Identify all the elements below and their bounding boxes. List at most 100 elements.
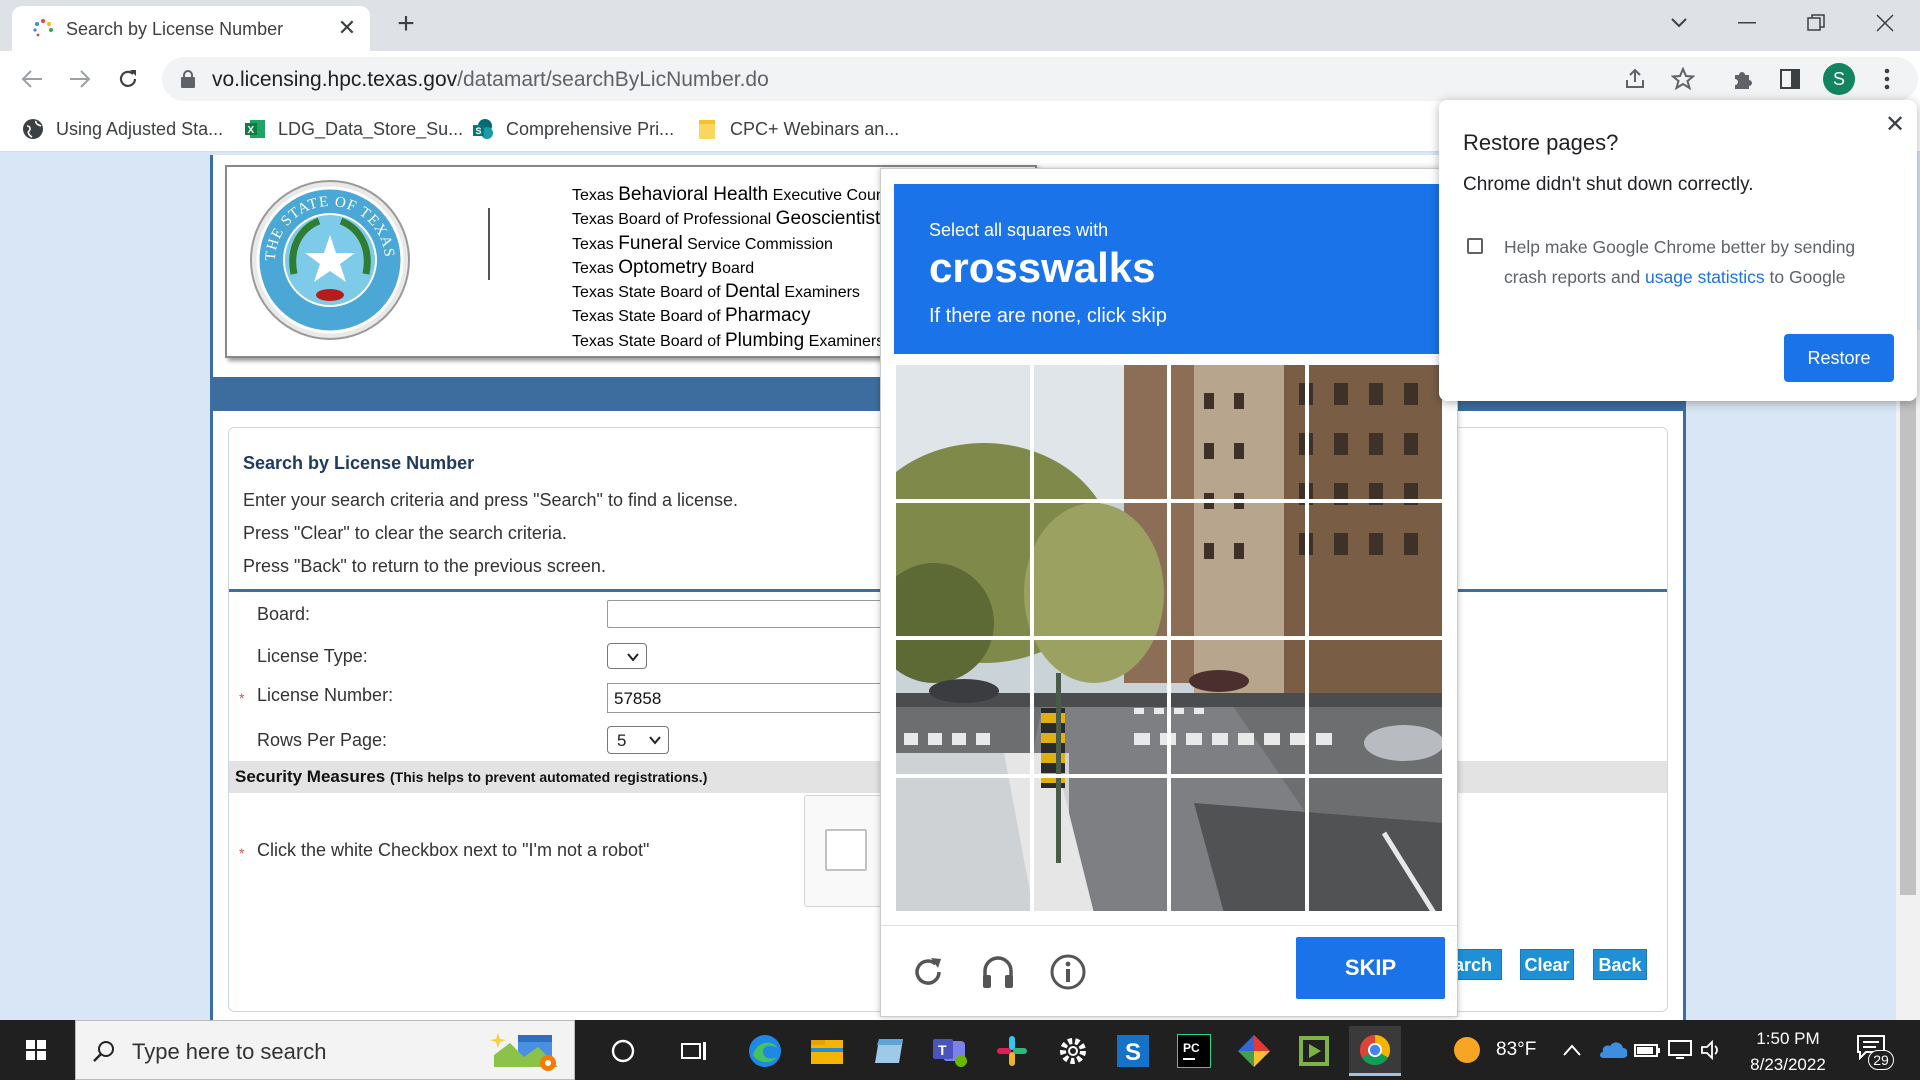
license-type-select[interactable] <box>607 643 647 669</box>
crash-report-checkbox[interactable] <box>1467 238 1483 254</box>
chrome-icon[interactable] <box>1349 1026 1401 1076</box>
bookmark-item[interactable]: S Comprehensive Pri... <box>472 115 674 143</box>
svg-text:S: S <box>476 126 482 136</box>
board-name: Texas State Board of Dental Examiners <box>572 281 860 303</box>
header-divider <box>488 208 490 280</box>
network-icon[interactable] <box>1667 1020 1693 1080</box>
teams-icon[interactable]: T <box>924 1026 976 1076</box>
show-hidden-icons[interactable] <box>1562 1020 1582 1080</box>
notification-badge: 29 <box>1868 1050 1894 1070</box>
clock-date: 8/23/2022 <box>1750 1055 1826 1074</box>
skip-button[interactable]: SKIP <box>1296 937 1445 999</box>
bookmark-item[interactable]: CPC+ Webinars an... <box>696 115 899 143</box>
captcha-tile[interactable] <box>894 363 1032 501</box>
share-icon[interactable] <box>1619 63 1651 95</box>
lock-icon[interactable] <box>180 70 196 88</box>
captcha-tile[interactable] <box>1306 775 1444 913</box>
board-list: Texas Behavioral Health Executive Counci… <box>572 183 902 353</box>
dialog-message: Chrome didn't shut down correctly. <box>1463 174 1754 195</box>
challenge-prompt: Select all squares with <box>929 220 1109 240</box>
weather-widget[interactable]: 83°F <box>1452 1020 1536 1080</box>
recaptcha-checkbox[interactable] <box>825 829 867 871</box>
audio-icon[interactable] <box>976 950 1020 994</box>
onedrive-icon[interactable] <box>1597 1020 1627 1080</box>
restore-button[interactable]: Restore <box>1784 334 1894 382</box>
bookmark-label: LDG_Data_Store_Su... <box>278 118 464 139</box>
captcha-tile[interactable] <box>1169 638 1307 776</box>
captcha-tile[interactable] <box>1169 775 1307 913</box>
task-view-icon[interactable] <box>669 1026 721 1076</box>
git-icon[interactable] <box>1228 1026 1280 1076</box>
restore-window-button[interactable] <box>1788 6 1844 40</box>
license-number-input[interactable]: 57858 <box>607 683 887 713</box>
captcha-tile[interactable] <box>1031 775 1169 913</box>
file-explorer-icon[interactable] <box>801 1026 853 1076</box>
captcha-tile[interactable] <box>1169 363 1307 501</box>
tab-search-icon[interactable] <box>1651 6 1707 40</box>
browser-tab[interactable]: Search by License Number ✕ <box>12 6 370 51</box>
taskbar-search-box[interactable]: Type here to search <box>75 1020 575 1080</box>
board-name: Texas State Board of Plumbing Examiners <box>572 329 885 351</box>
tab-strip: Search by License Number ✕ + <box>0 0 1920 51</box>
captcha-tile[interactable] <box>1031 500 1169 638</box>
side-panel-icon[interactable] <box>1774 63 1806 95</box>
usage-statistics-link[interactable]: usage statistics <box>1645 267 1765 287</box>
info-icon[interactable] <box>1046 950 1090 994</box>
new-tab-button[interactable]: + <box>390 9 422 41</box>
address-bar[interactable]: vo.licensing.hpc.texas.gov/datamart/sear… <box>162 57 1918 101</box>
notes-icon[interactable] <box>863 1026 915 1076</box>
captcha-tile[interactable] <box>1169 500 1307 638</box>
windows-start-icon[interactable] <box>14 1034 58 1066</box>
bookmark-label: Comprehensive Pri... <box>506 118 675 139</box>
board-label: Board: <box>257 604 311 624</box>
challenge-footer-divider <box>881 925 1457 926</box>
rows-per-page-label: Rows Per Page: <box>257 730 388 750</box>
page-scrollbar[interactable] <box>1896 330 1920 1020</box>
captcha-tile[interactable] <box>1031 638 1169 776</box>
captcha-tile[interactable] <box>894 638 1032 776</box>
rows-per-page-value: 5 <box>617 731 627 750</box>
url-text[interactable]: vo.licensing.hpc.texas.gov/datamart/sear… <box>212 68 769 92</box>
bookmark-item[interactable]: Using Adjusted Sta... <box>22 115 223 143</box>
captcha-tile[interactable] <box>1306 500 1444 638</box>
captcha-tile[interactable] <box>1306 363 1444 501</box>
scrollbar-thumb[interactable] <box>1900 330 1916 895</box>
captcha-tile[interactable] <box>894 500 1032 638</box>
crash-report-label: Help make Google Chrome better by sendin… <box>1504 237 1856 287</box>
settings-icon[interactable] <box>1047 1026 1099 1076</box>
chrome-menu-icon[interactable] <box>1871 63 1903 95</box>
sharepoint-icon[interactable]: S <box>1107 1026 1159 1076</box>
close-window-button[interactable] <box>1857 6 1913 40</box>
volume-icon[interactable] <box>1700 1020 1722 1080</box>
back-arrow-icon[interactable] <box>16 63 48 95</box>
profile-avatar[interactable]: S <box>1823 63 1855 95</box>
captcha-tile[interactable] <box>1306 638 1444 776</box>
back-button[interactable]: Back <box>1593 949 1647 980</box>
forward-arrow-icon[interactable] <box>64 63 96 95</box>
pycharm-icon[interactable]: PC <box>1168 1026 1220 1076</box>
bookmark-item[interactable]: X LDG_Data_Store_Su... <box>244 115 463 143</box>
battery-icon[interactable] <box>1634 1020 1660 1080</box>
slack-icon[interactable] <box>986 1026 1038 1076</box>
captcha-tile[interactable] <box>1031 363 1169 501</box>
reload-icon[interactable] <box>906 950 950 994</box>
license-number-label: License Number: <box>257 685 394 705</box>
search-placeholder: Type here to search <box>132 1039 327 1064</box>
media-player-icon[interactable] <box>1288 1026 1340 1076</box>
required-marker: * <box>239 690 245 706</box>
rows-per-page-select[interactable]: 5 <box>607 726 669 754</box>
bookmark-star-icon[interactable] <box>1667 63 1699 95</box>
cortana-icon[interactable] <box>597 1026 649 1076</box>
reload-icon[interactable] <box>112 63 144 95</box>
recaptcha-challenge: Select all squares with crosswalks If th… <box>880 168 1458 1017</box>
extensions-icon[interactable] <box>1726 63 1758 95</box>
captcha-tile[interactable] <box>894 775 1032 913</box>
clear-button[interactable]: Clear <box>1520 949 1574 980</box>
edge-icon[interactable] <box>739 1026 791 1076</box>
notification-center[interactable]: 29 <box>1856 1020 1894 1080</box>
system-clock[interactable]: 1:50 PM 8/23/2022 <box>1720 1026 1856 1078</box>
board-select[interactable] <box>607 600 887 628</box>
close-icon[interactable]: ✕ <box>1880 110 1910 140</box>
minimize-button[interactable] <box>1719 6 1775 40</box>
tab-close-icon[interactable]: ✕ <box>334 15 360 41</box>
